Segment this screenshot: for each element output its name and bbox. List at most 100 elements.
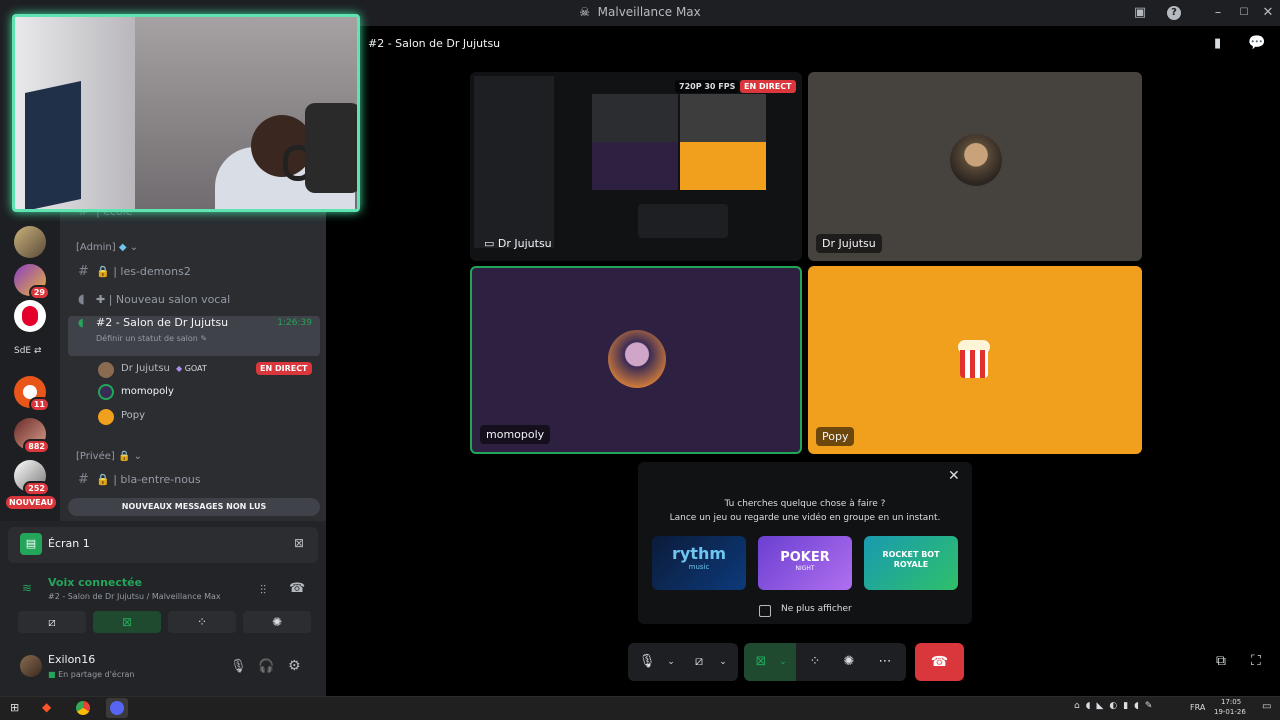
user-avatar[interactable] [20,655,42,677]
stream-preview-tile [592,142,678,190]
clock-time[interactable]: 17:05 [1221,698,1241,706]
lock-icon: 🔒 [96,265,110,278]
mention-badge: 252 [23,481,50,496]
server-icon[interactable] [14,300,46,332]
new-unread-pill[interactable]: NOUVEAU [6,496,57,509]
noise-suppression-icon[interactable]: ⫶⫶ [260,583,266,598]
tray-icons[interactable]: ⌂◖◣◐▮◖✎ [1074,701,1158,711]
soundboard-button[interactable]: ✺ [836,649,862,675]
leave-call-button[interactable]: ☎ [915,643,964,681]
server-icon[interactable]: 11 [14,376,50,412]
user-area: ▤ Écran 1 ⊠ ≋ Voix connectée #2 - Salon … [0,521,326,696]
voice-status[interactable]: Voix connectée [48,576,142,589]
screen-share-icon: ▤ [20,533,42,555]
stop-stream-icon[interactable]: ⊠ [294,536,304,550]
mic-options-chevron-icon[interactable]: ⌄ [658,649,684,675]
chat-icon[interactable]: 💬 [1248,35,1265,51]
share-controls-group: ⊠ ⌄ ⁘ ✺ ⋯ [744,643,906,681]
clock-date[interactable]: 19-01-26 [1214,708,1246,716]
tile-name: momopoly [480,425,551,444]
os-taskbar: ⊞ ◆ ⌂◖◣◐▮◖✎ FRA 17:05 19-01-26 ▭ [0,696,1280,720]
signal-icon: ≋ [22,581,33,595]
voice-member-momopoly[interactable]: momopoly [98,384,298,402]
server-icon[interactable]: 882 [14,418,50,454]
activity-card-rythm[interactable]: rythm music [652,536,746,590]
windows-start-icon[interactable]: ⊞ [10,701,19,714]
category-admin[interactable]: [Admin] ◆ ⌄ [76,242,138,253]
server-folder-label[interactable]: SdE ⇄ [14,346,48,356]
hash-icon: # [78,264,89,279]
popout-icon[interactable]: ⧉ [1216,653,1226,669]
category-privee[interactable]: [Privée] 🔒 ⌄ [76,451,142,462]
microphone-icon[interactable]: 🎙 [230,659,247,674]
settings-gear-icon[interactable]: ⚙ [288,658,301,674]
stream-preview-sidebar [474,76,554,248]
unread-messages-banner[interactable]: NOUVEAUX MESSAGES NON LUS [68,498,320,516]
participant-tile[interactable]: Dr Jujutsu [808,72,1142,261]
screen-share-button[interactable]: ⊠ [93,611,161,633]
voice-member-popy[interactable]: Popy [98,408,298,426]
language-indicator[interactable]: FRA [1190,703,1205,712]
disconnect-icon[interactable]: ☎ [289,581,305,596]
lock-icon: 🔒 [96,473,110,486]
camera-off-button[interactable]: ⧄ [686,649,712,675]
more-options-icon[interactable]: ⋯ [872,649,898,675]
close-window-button[interactable]: ✕ [1260,5,1276,21]
channel-item-bla-entre-nous[interactable]: # 🔒 | bla-entre-nous [68,467,320,493]
avatar [608,330,666,388]
close-icon[interactable]: ✕ [948,468,960,484]
stream-quality-badge: 720P 30 FPS [675,80,740,93]
mention-badge: 11 [28,397,50,412]
activities-button[interactable]: ⁘ [168,611,236,633]
stream-preview-tile [680,94,766,142]
call-header-title: #2 - Salon de Dr Jujutsu [368,37,501,50]
headphones-icon[interactable]: 🎧 [258,659,274,674]
username[interactable]: Exilon16 [48,653,95,666]
screen-icon: ▭ [484,237,495,250]
mention-badge: 29 [28,285,50,300]
stream-tile[interactable]: 720P 30 FPS EN DIRECT ▭ Dr Jujutsu [470,72,802,261]
chrome-icon[interactable] [76,701,90,715]
activities-button[interactable]: ⁘ [802,649,828,675]
voice-speaker-icon: ◖ [78,316,84,329]
minimize-button[interactable]: – [1210,5,1226,21]
tile-name: Dr Jujutsu [816,234,882,253]
microphone-button[interactable]: 🎙 [634,649,660,675]
activity-suggestion-panel: ✕ Tu cherches quelque chose à faire ? La… [638,462,972,624]
bookmark-icon[interactable]: ▮ [1214,36,1221,51]
participant-tile-speaking[interactable]: momopoly [470,266,802,454]
notifications-icon[interactable]: ▭ [1262,701,1271,712]
tile-name: ▭ Dr Jujutsu [484,237,552,250]
live-badge: EN DIRECT [256,362,312,375]
voice-call-view: #2 - Salon de Dr Jujutsu ▮ 💬 720P 30 FPS… [326,26,1280,696]
dont-show-checkbox[interactable] [759,605,771,617]
brave-browser-icon[interactable]: ◆ [42,700,51,714]
live-badge: EN DIRECT [740,80,796,93]
server-icon[interactable]: 29 [14,264,50,300]
stream-label: Écran 1 [48,537,90,550]
server-skull-icon: ☠ [579,5,591,19]
activity-card-rocket-bot-royale[interactable]: ROCKET BOT ROYALE [864,536,958,590]
channel-item-les-demons2[interactable]: # 🔒 | les-demons2 [68,259,320,285]
participant-tile[interactable]: Popy [808,266,1142,454]
activity-subprompt: Lance un jeu ou regarde une vidéo en gro… [669,513,941,523]
share-options-chevron-icon[interactable]: ⌄ [770,649,796,675]
voice-location: #2 - Salon de Dr Jujutsu / Malveillance … [48,592,221,601]
inbox-icon[interactable]: ▣ [1132,5,1148,21]
server-icon[interactable] [14,226,46,258]
camera-off-button[interactable]: ⧄ [18,611,86,633]
monitor-image [25,81,81,209]
maximize-button[interactable]: ☐ [1236,5,1252,21]
media-controls-group: 🎙 ⌄ ⧄ ⌄ [628,643,738,681]
voice-member-dr-jujutsu[interactable]: Dr Jujutsu ◆ GOAT EN DIRECT [98,361,318,379]
activity-card-poker[interactable]: POKER NIGHT [758,536,852,590]
stream-preview-activities [638,204,728,238]
set-status-hint[interactable]: Définir un statut de salon ✎ [96,326,207,352]
help-icon[interactable]: ? [1167,6,1181,20]
fullscreen-icon[interactable]: ⛶ [1251,653,1261,669]
channel-item-active-voice[interactable]: ◖ #2 - Salon de Dr Jujutsu 1:26:39 Défin… [68,316,320,356]
server-icon[interactable]: 252 [14,460,50,496]
camera-options-chevron-icon[interactable]: ⌄ [710,649,736,675]
soundboard-button[interactable]: ✺ [243,611,311,633]
voice-timer: 1:26:39 [277,318,312,328]
